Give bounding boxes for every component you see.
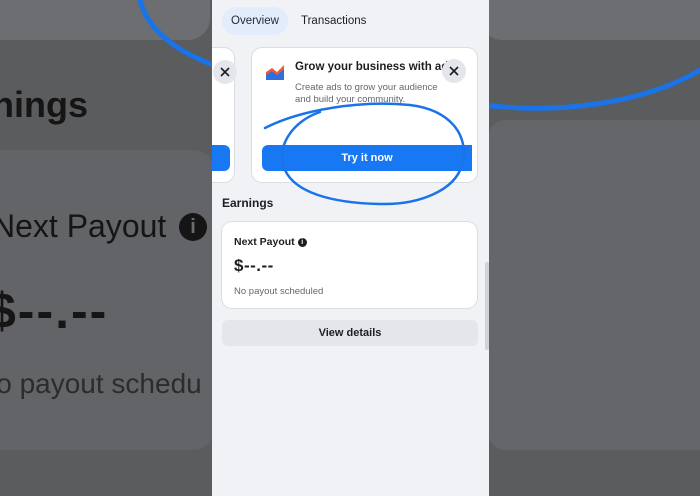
next-payout-label: Next Payout i: [234, 236, 307, 248]
payout-amount: $--.--: [234, 256, 274, 275]
tab-bar: Overview Transactions: [212, 0, 489, 42]
phone-screen: Overview Transactions Grow your business…: [212, 0, 489, 496]
tab-transactions[interactable]: Transactions: [292, 7, 375, 35]
try-it-now-button[interactable]: Try it now: [262, 145, 472, 171]
previous-promo-cta[interactable]: [212, 145, 230, 171]
chart-icon: [266, 65, 284, 80]
scrollbar[interactable]: [485, 262, 489, 350]
earnings-section-title: Earnings: [222, 196, 274, 210]
next-payout-text: Next Payout: [234, 236, 295, 248]
view-details-button[interactable]: View details: [222, 320, 478, 346]
payout-status: No payout scheduled: [234, 286, 324, 297]
previous-promo-card[interactable]: [212, 48, 237, 182]
info-icon[interactable]: i: [297, 237, 307, 247]
promo-description: Create ads to grow your audience and bui…: [295, 82, 438, 105]
close-icon[interactable]: [442, 59, 466, 83]
tab-overview[interactable]: Overview: [222, 7, 288, 35]
next-payout-card: Next Payout i $--.-- No payout scheduled: [222, 222, 477, 308]
ads-promo-card: Grow your business with ads Create ads t…: [252, 48, 477, 182]
close-icon[interactable]: [213, 60, 237, 84]
promo-title: Grow your business with ads: [295, 61, 455, 73]
